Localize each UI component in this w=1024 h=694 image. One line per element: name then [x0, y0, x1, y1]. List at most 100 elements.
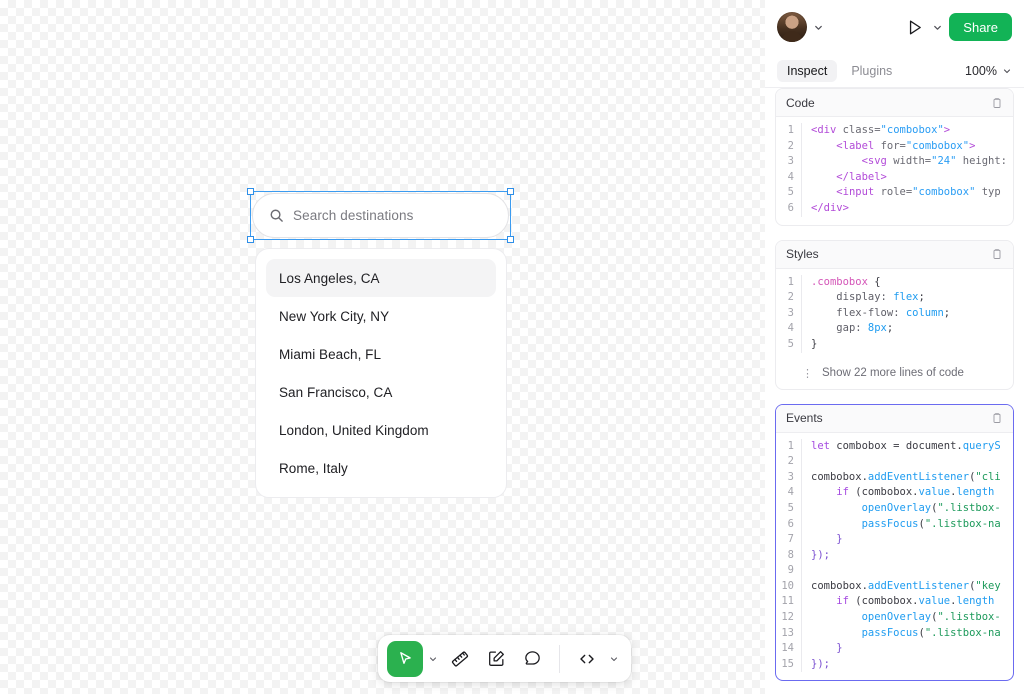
code-token: .combobox	[811, 275, 868, 288]
code-tool-chevron-down-icon[interactable]	[606, 644, 622, 674]
tab-inspect[interactable]: Inspect	[777, 59, 838, 82]
code-token: value	[918, 595, 951, 608]
listbox-option[interactable]: Los Angeles, CA	[266, 259, 496, 297]
code-line: openOverlay(".listbox-	[811, 501, 1013, 517]
zoom-control[interactable]: 100%	[965, 64, 1012, 78]
copy-icon[interactable]	[991, 412, 1003, 424]
code-token: width=	[893, 155, 932, 168]
panel-scroll-area[interactable]: Code 1 2 3 4 5 6 <div class="combobox"> <label …	[765, 88, 1024, 694]
code-token: passFocus	[861, 517, 919, 530]
code-token: "24"	[931, 155, 957, 168]
code-token: "combobox"	[905, 139, 970, 152]
line-number: 15	[781, 657, 794, 670]
line-number: 2	[787, 291, 794, 304]
comment-tool-button[interactable]	[515, 642, 549, 676]
line-number: 1	[787, 439, 794, 452]
preview-play-icon[interactable]	[902, 15, 926, 39]
code-lines: <div class="combobox"> <label for="combo…	[802, 123, 1013, 217]
listbox-destinations[interactable]: Los Angeles, CA New York City, NY Miami Be…	[255, 248, 507, 498]
canvas-toolbar[interactable]	[378, 635, 631, 682]
listbox-option[interactable]: San Francisco, CA	[266, 373, 496, 411]
listbox-option-label: Rome, Italy	[279, 460, 348, 476]
code-card[interactable]: Events 1 2 3 4 5 6 7 8 9 10 11 12 13 14 15 let combobox …	[775, 403, 1014, 682]
listbox-option-label: London, United Kingdom	[279, 422, 429, 438]
line-number: 9	[787, 564, 794, 577]
code-token: length	[956, 486, 995, 499]
code-tool-button[interactable]	[570, 642, 604, 676]
code-token: ".listbox-na	[924, 517, 1001, 530]
code-token: });	[811, 548, 830, 561]
cursor-tool-button[interactable]	[387, 640, 423, 677]
tab-plugins[interactable]: Plugins	[841, 60, 902, 82]
share-button[interactable]: Share	[949, 13, 1012, 41]
show-more-lines-button[interactable]: ⋮ Show 22 more lines of code	[776, 361, 1013, 389]
code-card[interactable]: Code 1 2 3 4 5 6 <div class="combobox"> <label …	[775, 88, 1014, 226]
resize-handle-top-right[interactable]	[507, 188, 514, 195]
preview-chevron-down-icon[interactable]	[932, 22, 943, 33]
line-number: 1	[787, 124, 794, 136]
code-line: .combobox {	[811, 275, 1013, 291]
resize-handle-bottom-right[interactable]	[507, 236, 514, 243]
line-number-gutter: 1 2 3 4 5 6 7 8 9 10 11 12 13 14 15	[776, 438, 802, 673]
kebab-menu-icon[interactable]: ⋮	[802, 367, 813, 380]
code-card-title: Code	[786, 95, 815, 110]
listbox-option[interactable]: New York City, NY	[266, 297, 496, 335]
measure-tool-button[interactable]	[443, 642, 477, 676]
line-number: 4	[787, 486, 794, 499]
cursor-tool-chevron-down-icon[interactable]	[425, 644, 441, 674]
resize-handle-bottom-left[interactable]	[247, 236, 254, 243]
code-token: }	[811, 533, 843, 546]
line-number: 5	[787, 186, 794, 199]
code-line: }	[811, 641, 1013, 657]
code-line: passFocus(".listbox-na	[811, 517, 1013, 533]
code-token: ;	[886, 322, 894, 335]
line-number: 8	[787, 548, 794, 561]
avatar[interactable]	[777, 12, 807, 42]
code-token: combobox.	[811, 470, 868, 483]
show-more-lines-label: Show 22 more lines of code	[822, 367, 964, 380]
line-number: 5	[787, 337, 794, 350]
code-token: for=	[880, 139, 906, 152]
panel-header: Share	[765, 0, 1024, 54]
code-token: flex	[886, 291, 919, 304]
code-line: <div class="combobox">	[811, 123, 1013, 139]
line-number-gutter: 1 2 3 4 5 6	[776, 123, 802, 217]
code-token: if	[836, 486, 849, 499]
annotate-tool-button[interactable]	[479, 642, 513, 676]
panel-tabs: Inspect Plugins 100%	[765, 54, 1024, 88]
design-canvas[interactable]: Search destinations Los Angeles, CA New Y…	[0, 0, 765, 694]
avatar-chevron-down-icon[interactable]	[813, 22, 824, 33]
listbox-option[interactable]: Miami Beach, FL	[266, 335, 496, 373]
code-body: 1 2 3 4 5 6 7 8 9 10 11 12 13 14 15 let combobox = docu…	[776, 433, 1013, 681]
line-number: 4	[787, 322, 794, 335]
code-card-header: Events	[776, 404, 1013, 433]
search-input-box[interactable]: Search destinations	[252, 193, 509, 238]
search-placeholder: Search destinations	[293, 208, 414, 223]
copy-icon[interactable]	[991, 97, 1003, 109]
listbox-option[interactable]: Rome, Italy	[266, 449, 496, 487]
code-token: }	[811, 642, 843, 655]
code-card[interactable]: Styles 1 2 3 4 5 .combobox { display: flex; fl…	[775, 239, 1014, 390]
code-token: value	[918, 486, 951, 499]
code-token: </div>	[811, 201, 849, 214]
resize-handle-top-left[interactable]	[247, 188, 254, 195]
combobox-component[interactable]: Search destinations	[247, 188, 514, 243]
line-number: 1	[787, 275, 794, 288]
code-token: gap:	[836, 322, 862, 335]
line-number: 4	[787, 170, 794, 183]
code-token: ;	[943, 306, 951, 319]
copy-icon[interactable]	[991, 248, 1003, 260]
code-line: <label for="combobox">	[811, 139, 1013, 155]
code-token: length	[956, 595, 995, 608]
code-token: ".listbox-	[937, 611, 1001, 624]
code-line: </div>	[811, 201, 1013, 217]
code-token: }	[811, 337, 818, 350]
listbox-option[interactable]: London, United Kingdom	[266, 411, 496, 449]
